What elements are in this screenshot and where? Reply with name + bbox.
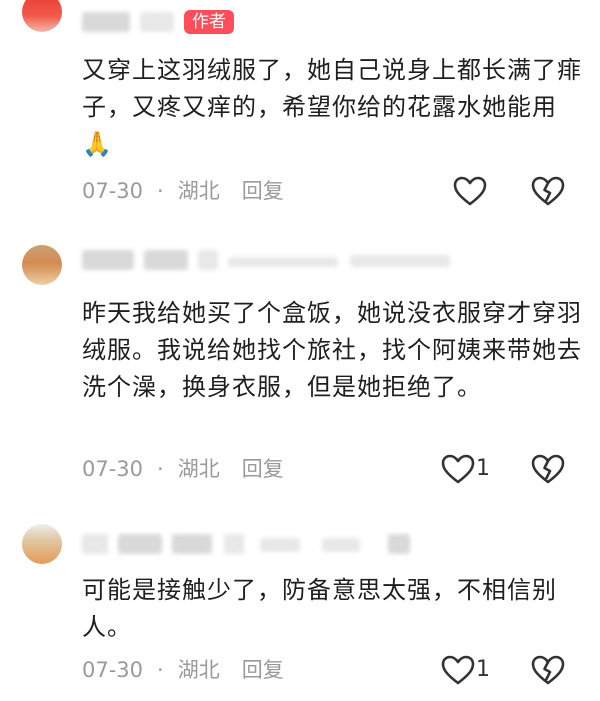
avatar[interactable] — [22, 245, 62, 285]
username-redacted — [322, 538, 360, 552]
comment-location: 湖北 — [177, 179, 220, 203]
username-redacted — [228, 257, 338, 267]
like-button[interactable] — [440, 654, 480, 688]
username-redacted — [388, 534, 410, 554]
heart-outline-icon — [441, 454, 475, 484]
comment-item: 可能是接触少了，防备意思太强，不相信别人。 07-30 · 湖北 回复 1 — [0, 500, 600, 701]
dislike-button[interactable] — [530, 175, 570, 209]
like-button[interactable] — [440, 453, 480, 487]
broken-heart-icon — [531, 655, 565, 685]
comment-meta: 07-30 · 湖北 回复 — [82, 176, 284, 206]
username-redacted — [350, 255, 450, 267]
comment-text: 昨天我给她买了个盒饭，她说没衣服穿才穿羽绒服。我说给她找个旅社，找个阿姨来带她去… — [82, 299, 582, 401]
like-count: 1 — [476, 657, 490, 682]
like-count: 1 — [476, 456, 490, 481]
avatar[interactable] — [22, 524, 62, 564]
author-badge: 作者 — [184, 10, 234, 34]
reply-button[interactable]: 回复 — [242, 655, 284, 685]
like-button[interactable] — [452, 175, 492, 209]
comment-date: 07-30 — [82, 179, 144, 203]
dislike-button[interactable] — [530, 453, 570, 487]
username-redacted[interactable] — [82, 12, 130, 32]
avatar[interactable] — [22, 0, 62, 32]
username-redacted — [118, 534, 162, 554]
comment-date: 07-30 — [82, 658, 144, 682]
comment-location: 湖北 — [177, 457, 220, 481]
username-redacted — [260, 538, 300, 552]
comment-item: 昨天我给她买了个盒饭，她说没衣服穿才穿羽绒服。我说给她找个旅社，找个阿姨来带她去… — [0, 215, 600, 500]
meta-separator: · — [157, 457, 164, 481]
heart-outline-icon — [453, 176, 487, 206]
username-redacted — [224, 534, 244, 554]
comment-meta: 07-30 · 湖北 回复 — [82, 454, 284, 484]
broken-heart-icon — [531, 176, 565, 206]
comment-item: 作者 又穿上这羽绒服了，她自己说身上都长满了痱子，又疼又痒的，希望你给的花露水她… — [0, 0, 600, 215]
reply-button[interactable]: 回复 — [242, 454, 284, 484]
username-redacted[interactable] — [82, 534, 108, 554]
dislike-button[interactable] — [530, 654, 570, 688]
username-redacted — [172, 534, 212, 554]
reply-button[interactable]: 回复 — [242, 176, 284, 206]
meta-separator: · — [157, 179, 164, 203]
username-redacted[interactable] — [82, 250, 134, 270]
comment-location: 湖北 — [177, 658, 220, 682]
username-redacted — [140, 12, 174, 32]
comment-text: 又穿上这羽绒服了，她自己说身上都长满了痱子，又疼又痒的，希望你给的花露水她能用🙏 — [82, 56, 582, 158]
comment-text: 可能是接触少了，防备意思太强，不相信别人。 — [82, 576, 557, 641]
heart-outline-icon — [441, 655, 475, 685]
comment-date: 07-30 — [82, 457, 144, 481]
broken-heart-icon — [531, 454, 565, 484]
comment-meta: 07-30 · 湖北 回复 — [82, 655, 284, 685]
username-redacted — [198, 250, 218, 270]
meta-separator: · — [157, 658, 164, 682]
username-redacted — [144, 250, 188, 270]
